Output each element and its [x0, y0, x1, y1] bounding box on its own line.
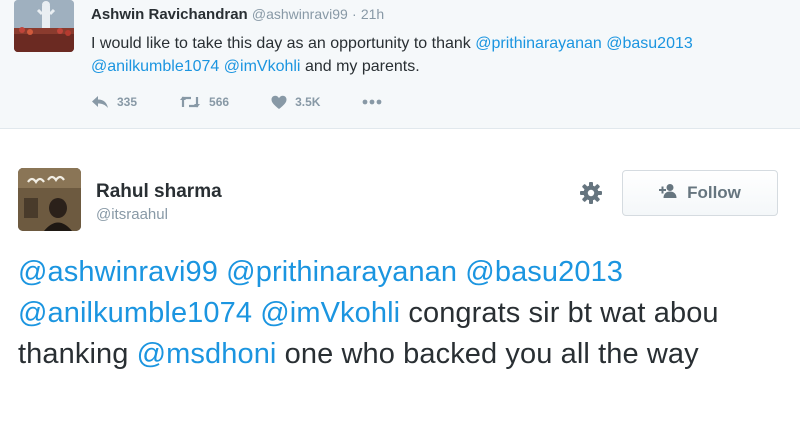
author-name[interactable]: Rahul sharma [96, 181, 222, 203]
more-button[interactable] [362, 99, 382, 105]
mention-link[interactable]: @imVkohli [224, 58, 301, 75]
top-tweet-text: I would like to take this day as an oppo… [91, 32, 781, 78]
mention-link[interactable]: @imVkohli [260, 297, 400, 329]
gear-icon[interactable] [578, 180, 604, 206]
tweet-text-plain: one who backed you all the way [284, 338, 699, 370]
reply-icon [91, 95, 109, 109]
tweet-text: @ashwinravi99 @prithinarayanan @basu2013… [18, 252, 788, 375]
mention-link[interactable]: @prithinarayanan [475, 35, 602, 52]
top-tweet-avatar[interactable] [14, 0, 74, 52]
top-tweet: Ashwin Ravichandran @ashwinravi99 · 21h … [0, 0, 800, 129]
author-handle[interactable]: @itsraahul [96, 206, 168, 223]
mention-link[interactable]: @basu2013 [465, 256, 623, 288]
top-tweet-actions: 335 566 3.5K [91, 91, 424, 113]
top-tweet-header: Ashwin Ravichandran @ashwinravi99 · 21h [91, 6, 384, 23]
like-button[interactable]: 3.5K [271, 95, 320, 110]
more-icon [362, 99, 382, 105]
heart-icon [271, 95, 287, 110]
reply-button[interactable]: 335 [91, 95, 137, 109]
follow-button[interactable]: Follow [622, 170, 778, 216]
author-avatar[interactable] [18, 168, 81, 231]
mention-link[interactable]: @ashwinravi99 [18, 256, 218, 288]
mention-link[interactable]: @anilkumble1074 [18, 297, 252, 329]
retweet-button[interactable]: 566 [179, 95, 229, 109]
mention-link[interactable]: @basu2013 [606, 35, 693, 52]
add-user-icon [659, 183, 687, 204]
retweet-icon [179, 95, 201, 109]
like-count: 3.5K [295, 95, 321, 109]
top-tweet-text-plain: I would like to take this day as an oppo… [91, 35, 471, 52]
top-tweet-timestamp[interactable]: 21h [361, 6, 384, 22]
follow-button-label: Follow [687, 183, 741, 202]
top-tweet-author-handle[interactable]: @ashwinravi99 [252, 6, 348, 22]
reply-count: 335 [117, 95, 138, 109]
top-tweet-separator: · [351, 6, 357, 22]
mention-link[interactable]: @prithinarayanan [226, 256, 457, 288]
retweet-count: 566 [209, 95, 230, 109]
top-tweet-text-tail: and my parents. [304, 58, 420, 75]
mention-link[interactable]: @anilkumble1074 [91, 58, 219, 75]
mention-link[interactable]: @msdhoni [137, 338, 277, 370]
top-tweet-author-name[interactable]: Ashwin Ravichandran [91, 6, 248, 23]
